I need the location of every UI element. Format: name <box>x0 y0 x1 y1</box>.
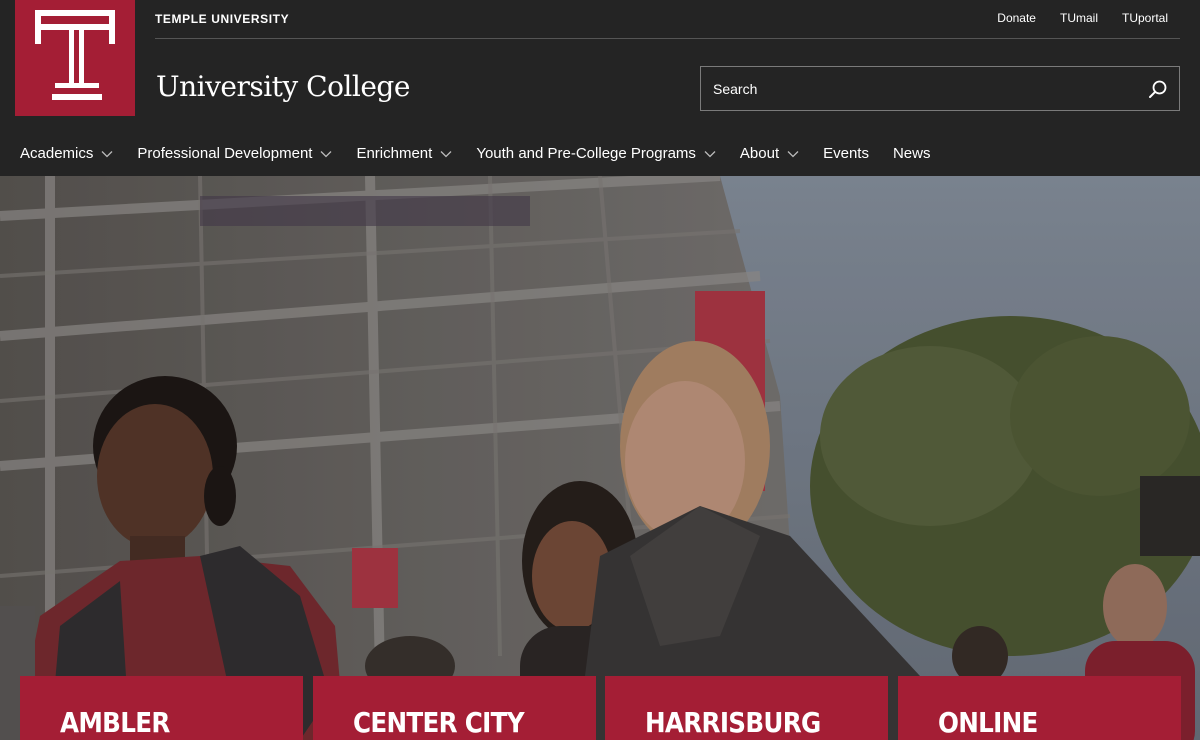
nav-item-about[interactable]: About <box>740 145 799 162</box>
tuportal-link[interactable]: TUportal <box>1122 11 1168 25</box>
search-icon <box>1149 80 1167 98</box>
nav-item-news[interactable]: News <box>893 145 931 162</box>
search-button[interactable] <box>1147 79 1169 101</box>
nav-item-professional-development[interactable]: Professional Development <box>137 145 332 162</box>
search-input[interactable] <box>701 67 1131 110</box>
campus-card-online[interactable]: ONLINE <box>898 676 1181 740</box>
utility-links: Donate TUmail TUportal <box>997 11 1168 25</box>
nav-item-label: News <box>892 145 931 162</box>
nav-item-label: Events <box>823 145 869 162</box>
nav-item-label: Academics <box>20 145 94 162</box>
chevron-down-icon <box>101 150 113 157</box>
search-box <box>700 66 1180 111</box>
donate-link[interactable]: Donate <box>997 11 1036 25</box>
campus-label: HARRISBURG <box>645 706 821 739</box>
campus-label: ONLINE <box>938 706 1038 739</box>
header-divider <box>155 38 1180 39</box>
campus-label: CENTER CITY <box>353 706 525 739</box>
temple-t-logo-icon <box>35 10 115 100</box>
nav-item-label: Enrichment <box>356 145 433 162</box>
tumail-link[interactable]: TUmail <box>1060 11 1098 25</box>
hero-photo: AMBLER CENTER CITY HARRISBURG ONLINE <box>0 176 1200 740</box>
nav-item-enrichment[interactable]: Enrichment <box>356 145 452 162</box>
temple-logo[interactable] <box>15 0 135 116</box>
chevron-down-icon <box>704 150 716 157</box>
chevron-down-icon <box>440 150 452 157</box>
nav-item-academics[interactable]: Academics <box>20 145 113 162</box>
main-nav: Academics Professional Development Enric… <box>20 145 954 162</box>
chevron-down-icon <box>787 150 799 157</box>
campus-card-harrisburg[interactable]: HARRISBURG <box>605 676 888 740</box>
site-header: TEMPLE UNIVERSITY Donate TUmail TUportal… <box>0 0 1200 176</box>
campus-label: AMBLER <box>60 706 170 739</box>
nav-item-events[interactable]: Events <box>823 145 869 162</box>
nav-item-youth-pre-college[interactable]: Youth and Pre-College Programs <box>476 145 716 162</box>
campus-card-center-city[interactable]: CENTER CITY <box>313 676 596 740</box>
campus-card-ambler[interactable]: AMBLER <box>20 676 303 740</box>
site-title[interactable]: University College <box>156 70 410 103</box>
nav-item-label: Youth and Pre-College Programs <box>476 145 696 162</box>
university-name[interactable]: TEMPLE UNIVERSITY <box>155 12 289 26</box>
hero-overlay <box>0 176 1200 740</box>
nav-item-label: About <box>739 145 780 162</box>
chevron-down-icon <box>320 150 332 157</box>
nav-item-label: Professional Development <box>137 145 313 162</box>
